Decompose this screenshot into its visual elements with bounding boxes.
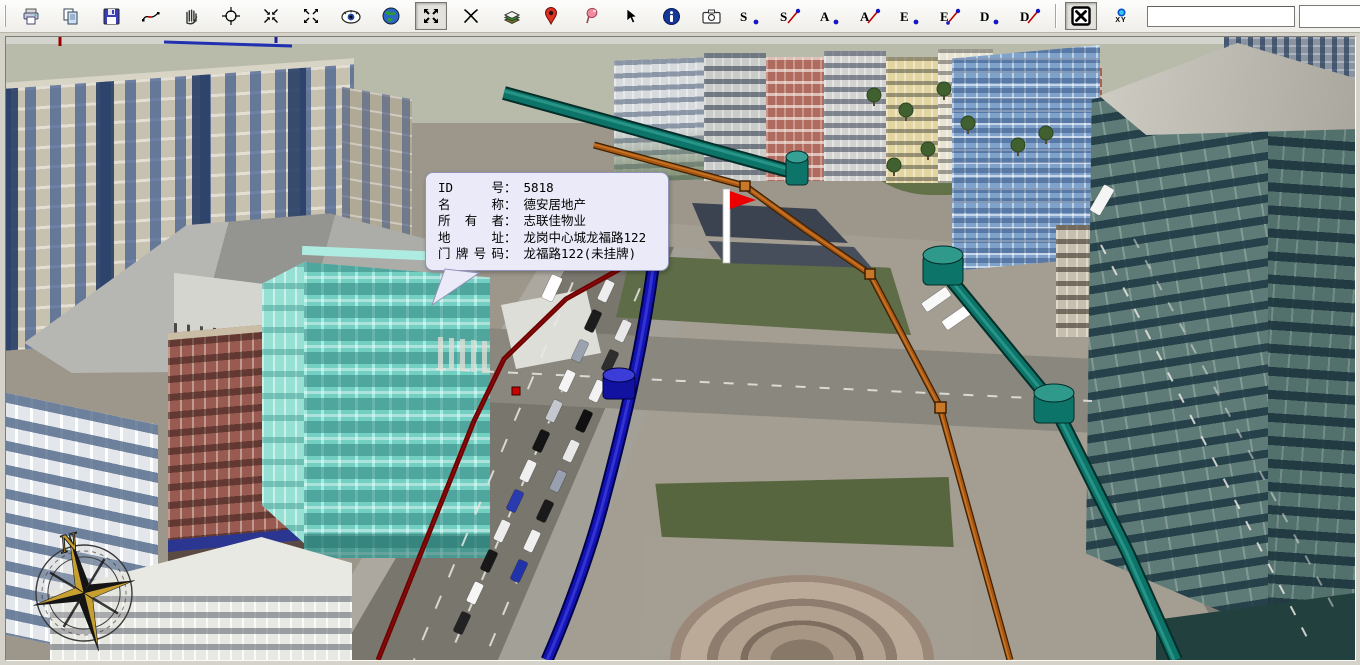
eye-icon [341,9,361,24]
arrows-inward-icon [263,8,279,24]
line-dot-icon [938,6,962,26]
point-dot-icon [978,6,1002,26]
box-x-icon [1071,6,1091,26]
s-point-button[interactable]: S [735,2,767,30]
globe-button[interactable] [375,2,407,30]
building-midrow-5 [886,57,938,183]
snapshot-button[interactable] [695,2,727,30]
e-point-button[interactable]: E [895,2,927,30]
copy-icon [62,8,80,25]
scale-dropdown[interactable] [1299,5,1360,28]
pushpin-button[interactable] [575,2,607,30]
toolbar: S S A A E E D D XY [0,0,1360,33]
popup-tail [431,268,481,308]
selected-building-side [262,261,306,545]
building-midrow-1 [614,57,704,182]
printer-icon [22,8,40,25]
xy-target-icon [1117,8,1126,17]
popup-row: 名 称：德安居地产 [438,197,660,214]
colon: ： [504,230,517,247]
tower-face-right [1268,73,1355,639]
building-midrow-2 [704,53,766,181]
colon: ： [504,180,517,197]
toolbar-grip[interactable] [4,5,6,27]
dropdown-value [1300,6,1360,27]
copy-button[interactable] [55,2,87,30]
save-icon [103,8,120,25]
d-line-button[interactable]: D [1015,2,1047,30]
point-dot-icon [898,6,922,26]
save-button[interactable] [95,2,127,30]
s-line-button[interactable]: S [775,2,807,30]
zoom-in-extent-button[interactable] [255,2,287,30]
globe-icon [382,7,400,25]
point-dot-icon [818,6,842,26]
cursor-icon [625,8,638,25]
toolbar-separator [1055,4,1057,28]
feature-info-popup: ID 号：5818 名 称：德安居地产 所 有 者：志联佳物业 地 址：龙岗中心… [425,172,669,271]
measure-line-button[interactable] [135,2,167,30]
orange-node-marker [740,181,750,191]
zoom-out-extent-button[interactable] [295,2,327,30]
polyline-icon [142,8,160,24]
select-cursor-button[interactable] [615,2,647,30]
xy-locate-button[interactable]: XY [1105,2,1137,30]
popup-row: ID 号：5818 [438,180,660,197]
layers-icon [502,8,521,25]
full-extent-icon [422,7,440,25]
colon: ： [504,197,517,214]
xy-label: XY [1115,17,1126,24]
popup-row: 所 有 者：志联佳物业 [438,213,660,230]
crosshair-icon [222,7,240,25]
map-3d-viewport[interactable]: N ID 号：5818 名 称：德安居地产 所 有 者：志联佳物业 地 址：龙岗… [5,36,1356,661]
tower-face-left [1086,53,1276,635]
popup-row: 地 址：龙岗中心城龙福路122 [438,230,660,247]
search-input[interactable] [1147,6,1295,27]
identify-info-button[interactable] [655,2,687,30]
delete-x-icon [463,8,479,24]
select-box-button[interactable] [1065,2,1097,30]
hand-icon [183,8,200,25]
print-button[interactable] [15,2,47,30]
visibility-button[interactable] [335,2,367,30]
line-dot-icon [778,6,802,26]
a-point-button[interactable]: A [815,2,847,30]
d-point-button[interactable]: D [975,2,1007,30]
delete-button[interactable] [455,2,487,30]
colon: ： [504,246,517,263]
building-midrow-3 [766,57,824,181]
colon: ： [504,213,517,230]
camera-icon [702,9,721,24]
map-pin-icon [544,7,558,25]
pushpin-icon [583,7,600,25]
line-dot-icon [1018,6,1042,26]
pan-button[interactable] [175,2,207,30]
building-midrow-4 [824,51,886,181]
line-dot-icon [858,6,882,26]
e-line-button[interactable]: E [935,2,967,30]
compass-rose: N [24,521,148,661]
layers-button[interactable] [495,2,527,30]
locate-center-button[interactable] [215,2,247,30]
arrows-outward-icon [303,8,319,24]
full-extent-button[interactable] [415,2,447,30]
a-line-button[interactable]: A [855,2,887,30]
info-icon [663,8,680,25]
place-marker-button[interactable] [535,2,567,30]
popup-row: 门牌号码：龙福路122(未挂牌) [438,246,660,263]
point-dot-icon [738,6,762,26]
